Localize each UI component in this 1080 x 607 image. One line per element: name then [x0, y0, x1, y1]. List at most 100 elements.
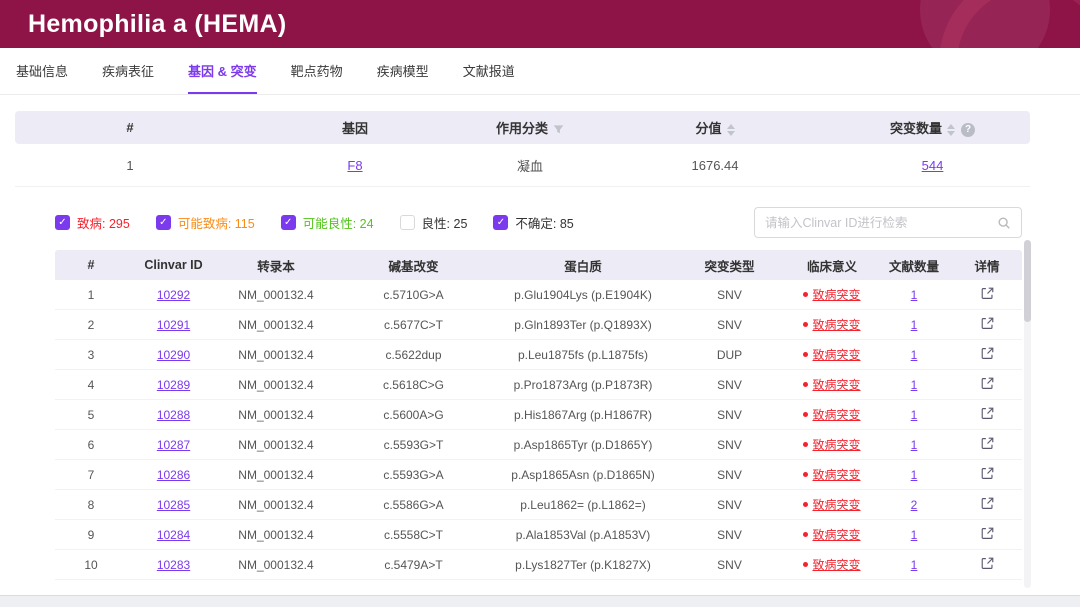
clinvar-id-link[interactable]: 10284: [157, 528, 190, 542]
external-link-icon[interactable]: [981, 467, 994, 480]
base-change: c.5586G>A: [383, 497, 444, 512]
filter-funnel-icon[interactable]: [553, 124, 564, 135]
clinvar-id-link[interactable]: 10285: [157, 498, 190, 512]
transcript: NM_000132.4: [238, 377, 314, 392]
sort-icon[interactable]: [947, 123, 955, 136]
external-link-icon[interactable]: [981, 407, 994, 420]
external-link-icon[interactable]: [981, 497, 994, 510]
protein: p.His1867Arg (p.H1867R): [513, 407, 653, 422]
clinical-significance: 致病突变: [803, 316, 861, 333]
filter-label: 可能致病: 115: [177, 217, 255, 231]
clinvar-search-input[interactable]: [765, 215, 997, 230]
mutation-type: SNV: [717, 317, 742, 332]
tab-basic-info[interactable]: 基础信息: [16, 48, 68, 94]
row-index: 6: [87, 437, 95, 452]
filter-benign[interactable]: 良性: 25: [399, 213, 467, 232]
col-protein: 蛋白质: [564, 259, 602, 274]
mutation-count-link[interactable]: 544: [922, 158, 944, 173]
col-mutation-type: 突变类型: [704, 259, 755, 274]
base-change: c.5593G>T: [383, 437, 444, 452]
tab-disease-phenotype[interactable]: 疾病表征: [102, 48, 154, 94]
clinvar-id-link[interactable]: 10286: [157, 468, 190, 482]
checkbox-benign[interactable]: [399, 215, 415, 230]
clinical-significance: 致病突变: [803, 406, 861, 423]
filter-pathogenic[interactable]: 致病: 295: [55, 213, 130, 232]
mutation-type: DUP: [716, 347, 743, 362]
external-link-icon[interactable]: [981, 317, 994, 330]
clinvar-id-link[interactable]: 10290: [157, 348, 190, 362]
transcript: NM_000132.4: [238, 407, 314, 422]
mutation-type: SNV: [717, 467, 742, 482]
checkbox-uncertain[interactable]: [493, 215, 509, 230]
transcript: NM_000132.4: [238, 287, 314, 302]
filter-likely-benign[interactable]: 可能良性: 24: [280, 213, 374, 232]
transcript: NM_000132.4: [238, 437, 314, 452]
transcript: NM_000132.4: [238, 347, 314, 362]
clinvar-id-link[interactable]: 10288: [157, 408, 190, 422]
clinical-significance: 致病突变: [803, 346, 861, 363]
literature-count-link[interactable]: 1: [911, 438, 918, 452]
checkbox-pathogenic[interactable]: [55, 215, 70, 230]
tab-literature-reports[interactable]: 文献报道: [463, 48, 515, 94]
mutation-type: SNV: [717, 377, 742, 392]
table-row: 9 10284 NM_000132.4 c.5558C>T p.Ala1853V…: [55, 520, 1022, 550]
transcript: NM_000132.4: [238, 527, 314, 542]
tab-target-drugs[interactable]: 靶点药物: [291, 48, 343, 94]
protein: p.Leu1875fs (p.L1875fs): [517, 347, 649, 362]
clinvar-id-link[interactable]: 10287: [157, 438, 190, 452]
literature-count-link[interactable]: 1: [911, 408, 918, 422]
literature-count-link[interactable]: 1: [911, 318, 918, 332]
checkbox-likely-pathogenic[interactable]: [155, 215, 171, 230]
clinvar-id-link[interactable]: 10291: [157, 318, 190, 332]
filter-label: 不确定: 85: [515, 217, 574, 231]
literature-count-link[interactable]: 1: [911, 528, 918, 542]
base-change: c.5558C>T: [383, 527, 444, 542]
external-link-icon[interactable]: [981, 527, 994, 540]
literature-count-link[interactable]: 1: [911, 378, 918, 392]
help-icon[interactable]: ?: [961, 122, 975, 137]
clinvar-id-link[interactable]: 10283: [157, 558, 190, 572]
literature-count-link[interactable]: 1: [911, 288, 918, 302]
transcript: NM_000132.4: [238, 317, 314, 332]
transcript: NM_000132.4: [238, 467, 314, 482]
filter-likely-pathogenic[interactable]: 可能致病: 115: [155, 213, 255, 232]
tab-gene-mutation[interactable]: 基因 & 突变: [188, 48, 257, 94]
clinical-significance: 致病突变: [803, 436, 861, 453]
sort-icon[interactable]: [726, 123, 735, 136]
table-scrollbar-thumb[interactable]: [1024, 240, 1031, 322]
literature-count-link[interactable]: 2: [911, 498, 918, 512]
external-link-icon[interactable]: [981, 437, 994, 450]
filter-label: 致病: 295: [77, 217, 130, 231]
filter-uncertain[interactable]: 不确定: 85: [493, 213, 574, 232]
mutation-table: # Clinvar ID 转录本 碱基改变 蛋白质 突变类型 临床意义 文献数量…: [55, 250, 1022, 580]
tab-disease-models[interactable]: 疾病模型: [377, 48, 429, 94]
external-link-icon[interactable]: [981, 287, 994, 300]
significance-dot: [803, 532, 809, 537]
gene-table-row: 1 F8 凝血 1676.44 544: [15, 144, 1030, 187]
filter-bar: 致病: 295 可能致病: 115 可能良性: 24 良性: 25 不确定: 8…: [55, 207, 1022, 238]
table-row: 6 10287 NM_000132.4 c.5593G>T p.Asp1865T…: [55, 430, 1022, 460]
table-scrollbar-track[interactable]: [1024, 240, 1031, 588]
gene-category: 凝血: [516, 158, 543, 174]
mutation-type: SNV: [717, 437, 742, 452]
literature-count-link[interactable]: 1: [911, 348, 918, 362]
mutation-table-header: # Clinvar ID 转录本 碱基改变 蛋白质 突变类型 临床意义 文献数量…: [55, 250, 1022, 280]
filter-label: 可能良性: 24: [302, 217, 374, 231]
gene-link[interactable]: F8: [347, 158, 362, 173]
clinvar-id-link[interactable]: 10292: [157, 288, 190, 302]
clinvar-id-link[interactable]: 10289: [157, 378, 190, 392]
base-change: c.5600A>G: [383, 407, 444, 422]
row-index: 7: [87, 467, 95, 482]
external-link-icon[interactable]: [981, 377, 994, 390]
literature-count-link[interactable]: 1: [911, 558, 918, 572]
clinvar-search-box[interactable]: [754, 207, 1022, 238]
literature-count-link[interactable]: 1: [911, 468, 918, 482]
row-index: 5: [87, 407, 95, 422]
external-link-icon[interactable]: [981, 557, 994, 570]
checkbox-likely-benign[interactable]: [280, 215, 296, 230]
external-link-icon[interactable]: [981, 347, 994, 360]
search-icon[interactable]: [997, 216, 1011, 230]
row-index: 4: [87, 377, 95, 392]
row-index: 2: [87, 317, 95, 332]
clinical-significance: 致病突变: [803, 286, 861, 303]
